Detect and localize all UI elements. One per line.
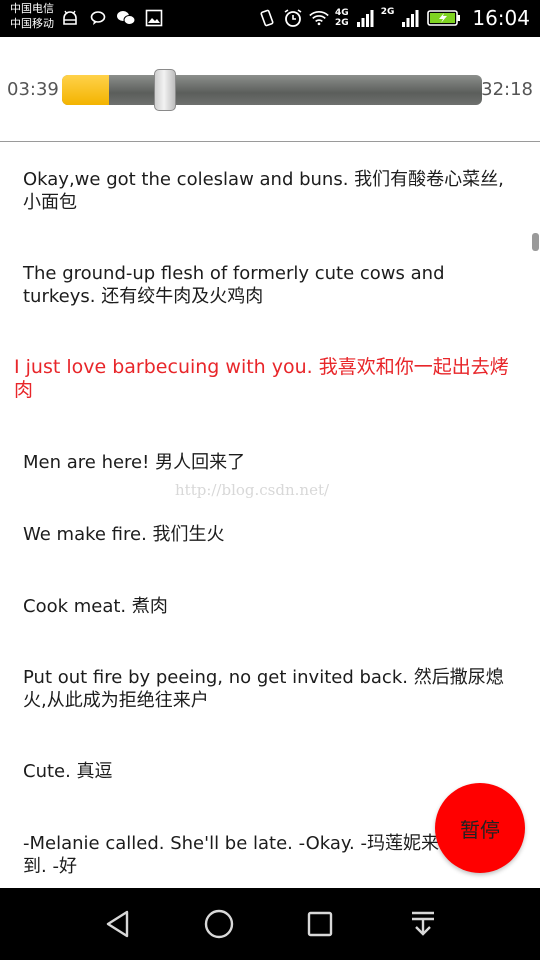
network-type-label-2: 2G	[335, 18, 349, 28]
wifi-icon	[309, 8, 329, 28]
pause-button[interactable]: 暂停	[435, 783, 525, 873]
scrollbar-thumb[interactable]	[532, 233, 539, 251]
lyric-line[interactable]: The ground-up flesh of formerly cute cow…	[23, 262, 513, 308]
lyric-line[interactable]: Okay,we got the coleslaw and buns. 我们有酸卷…	[23, 168, 513, 214]
carrier-1: 中国电信	[10, 2, 54, 15]
signal-icon-1	[355, 8, 375, 28]
lyric-line[interactable]: Men are here! 男人回来了	[23, 451, 513, 474]
current-time: 03:39	[7, 79, 59, 100]
status-bar: 中国电信 中国移动 4G 2G 2G 16:04	[0, 0, 540, 37]
network-type-label: 4G	[335, 8, 349, 18]
player-controls: 03:39 32:18	[0, 37, 540, 142]
lyric-line-current[interactable]: I just love barbecuing with you. 我喜欢和你一起…	[14, 356, 526, 402]
seek-bar-progress	[62, 75, 109, 105]
lyrics-list[interactable]: Okay,we got the coleslaw and buns. 我们有酸卷…	[0, 143, 540, 888]
lyric-line[interactable]: We make fire. 我们生火	[23, 523, 513, 546]
system-icons: 4G 2G 2G 16:04	[257, 5, 530, 31]
network-labels-1: 4G 2G	[335, 8, 349, 28]
lyric-line[interactable]: Put out fire by peeing, no get invited b…	[23, 666, 513, 712]
home-circle-icon[interactable]	[201, 906, 237, 942]
carrier-2: 中国移动	[10, 17, 54, 30]
notification-icons	[60, 8, 164, 28]
back-triangle-icon[interactable]	[100, 906, 136, 942]
lyric-line[interactable]: Cook meat. 煮肉	[23, 595, 513, 618]
chat-bubble-icon	[88, 8, 108, 28]
seek-bar-thumb[interactable]	[154, 69, 176, 111]
total-time: 32:18	[481, 79, 533, 100]
network-type-label-3: 2G	[380, 7, 395, 17]
notification-pulldown-icon[interactable]	[405, 906, 441, 942]
battery-charging-icon	[426, 8, 462, 28]
wechat-icon	[116, 8, 136, 28]
carrier-info: 中国电信 中国移动	[10, 1, 54, 31]
alarm-icon	[283, 8, 303, 28]
watermark-text: http://blog.csdn.net/	[175, 481, 330, 499]
image-icon	[144, 8, 164, 28]
navigation-bar	[0, 888, 540, 960]
status-clock: 16:04	[472, 6, 530, 30]
vibrate-icon	[257, 8, 277, 28]
recent-square-icon[interactable]	[302, 906, 338, 942]
seek-bar[interactable]	[62, 75, 482, 105]
android-icon	[60, 8, 80, 28]
signal-icon-2	[400, 8, 420, 28]
lyric-line[interactable]: Cute. 真逗	[23, 760, 513, 783]
